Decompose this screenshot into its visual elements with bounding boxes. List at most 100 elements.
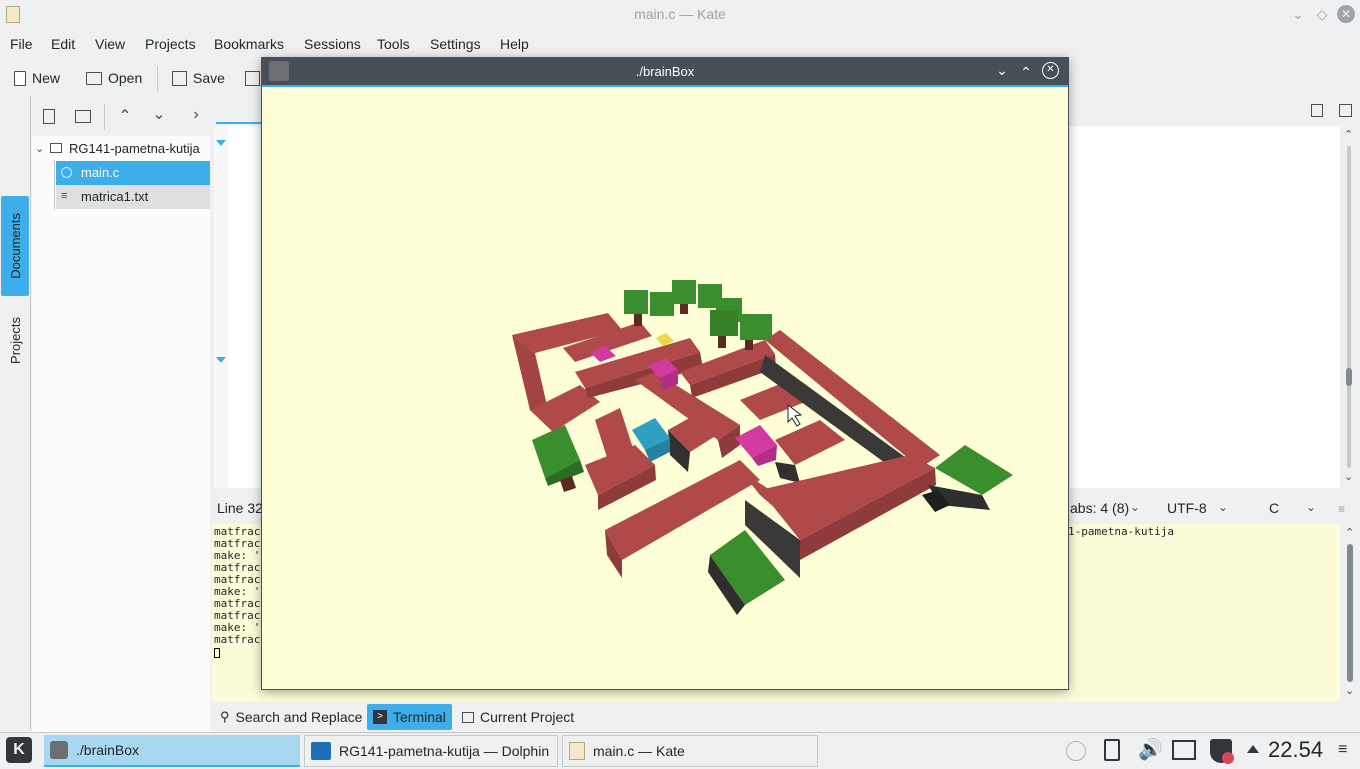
dolphin-task-icon (311, 742, 331, 760)
tree-file-matrica1[interactable]: ≡ matrica1.txt (56, 185, 210, 209)
mode-selector[interactable]: C (1269, 494, 1279, 522)
new-button[interactable]: New (14, 62, 60, 94)
window-title: main.c — Kate (634, 6, 726, 22)
scroll-down-icon[interactable]: ⌄ (1344, 470, 1353, 483)
terminal-icon: > (373, 710, 387, 724)
menu-view[interactable]: View (95, 32, 125, 56)
user-switch-icon[interactable] (1066, 741, 1086, 761)
taskbar: K ./brainBox RG141-pametna-kutija — Dolp… (0, 732, 1360, 769)
chevron-down-icon[interactable]: ⌄ (1218, 500, 1228, 514)
kate-task-icon (569, 742, 585, 760)
chevron-down-icon[interactable]: ⌄ (1306, 500, 1316, 514)
tree-project-row[interactable]: ⌄ RG141-pametna-kutija (32, 137, 210, 161)
tab-projects-label: Projects (7, 316, 23, 364)
tree-trunk (680, 304, 688, 314)
new-document-icon (14, 70, 26, 86)
tab-settings[interactable]: abs: 4 (8) (1070, 494, 1129, 522)
maximize-icon[interactable]: ⌃ (1018, 64, 1034, 82)
chevron-down-icon[interactable]: ⌄ (35, 137, 45, 161)
save-icon (172, 70, 187, 86)
menu-projects[interactable]: Projects (145, 32, 196, 56)
tree-trunk (634, 314, 642, 326)
tab-current-project[interactable]: Current Project (456, 704, 580, 730)
save-as-icon[interactable] (245, 71, 260, 86)
menu-settings[interactable]: Settings (430, 32, 481, 56)
terminal-scrollbar[interactable]: ⌃ ⌄ (1342, 524, 1360, 702)
tree-trunk (745, 340, 753, 350)
new-file-icon[interactable] (43, 109, 55, 124)
encoding-selector[interactable]: UTF-8 (1167, 494, 1207, 522)
task-dolphin[interactable]: RG141-pametna-kutija — Dolphin (304, 735, 558, 767)
editor-scrollbar[interactable]: ⌃ ⌄ (1340, 126, 1360, 488)
brainbox-task-icon (50, 741, 68, 759)
volume-icon[interactable]: 🔊 (1138, 737, 1163, 763)
menu-tools[interactable]: Tools (377, 32, 410, 56)
tree (710, 310, 738, 336)
split-view-icon[interactable] (1339, 104, 1352, 117)
terminal-line-right: 1-pametna-kutija (1068, 525, 1174, 538)
tab-documents[interactable]: Documents (1, 196, 29, 296)
menu-sessions[interactable]: Sessions (304, 32, 361, 56)
game-canvas[interactable] (262, 87, 1068, 689)
project-name: RG141-pametna-kutija (69, 141, 200, 156)
editor-gutter (214, 126, 228, 488)
main-toolbar: New Open Save (0, 62, 260, 96)
previous-document-icon[interactable]: ⌃ (116, 106, 134, 125)
open-button[interactable]: Open (86, 62, 142, 94)
close-icon[interactable]: ✕ (1042, 62, 1059, 79)
app-launcher-icon[interactable]: K (6, 737, 32, 763)
chevron-down-icon[interactable]: ⌄ (1130, 500, 1140, 514)
minimize-icon[interactable]: ⌄ (994, 62, 1010, 80)
scrollbar-track[interactable] (1347, 146, 1351, 468)
scroll-up-icon[interactable]: ⌃ (1344, 128, 1353, 141)
tab-projects[interactable]: Projects (1, 300, 29, 380)
menu-edit[interactable]: Edit (51, 32, 75, 56)
new-button-label: New (32, 70, 61, 86)
search-icon: ⚲ (220, 709, 230, 724)
task-kate[interactable]: main.c — Kate (562, 735, 818, 767)
terminal-line: matfrac (214, 633, 261, 646)
menu-file[interactable]: File (10, 32, 33, 56)
save-button-label: Save (193, 70, 225, 86)
open-folder-icon[interactable] (75, 110, 91, 123)
tree-toolbar-separator (104, 104, 105, 130)
editor-tab-indicator (216, 122, 266, 124)
open-folder-icon (86, 71, 102, 85)
save-button[interactable]: Save (172, 62, 225, 94)
tab-terminal-label: Terminal (393, 709, 446, 725)
tab-terminal[interactable]: > Terminal (367, 704, 452, 730)
clock[interactable]: 22.54 (1268, 732, 1332, 768)
file-name: main.c (81, 165, 120, 180)
clipboard-icon[interactable] (1104, 739, 1120, 761)
network-icon[interactable] (1172, 740, 1196, 760)
tray-expand-icon[interactable] (1247, 745, 1259, 753)
scroll-up-icon[interactable]: ⌃ (1345, 526, 1354, 539)
scrollbar-thumb[interactable] (1347, 544, 1353, 682)
cursor-position[interactable]: Line 32 (217, 494, 263, 522)
c-file-icon (61, 167, 72, 178)
folder-icon (50, 143, 62, 153)
tree (624, 290, 648, 314)
scrollbar-thumb[interactable] (1346, 368, 1352, 386)
tree-file-main-c[interactable]: main.c (56, 161, 210, 185)
tab-search-replace[interactable]: ⚲ Search and Replace (214, 704, 368, 730)
terminal-cursor (214, 648, 220, 658)
tab-documents-label: Documents (7, 213, 23, 279)
minimize-icon[interactable]: ⌄ (1290, 6, 1306, 22)
fold-marker-icon[interactable] (216, 357, 226, 363)
scroll-down-icon[interactable]: ⌄ (1345, 684, 1354, 697)
close-icon[interactable]: ✕ (1337, 5, 1355, 23)
new-view-icon[interactable] (1311, 104, 1323, 117)
maximize-icon[interactable]: ◇ (1314, 6, 1330, 22)
menubar: File Edit View Projects Bookmarks Sessio… (0, 32, 1360, 56)
tab-search-label: Search and Replace (235, 709, 363, 725)
next-document-icon[interactable]: ⌄ (150, 104, 168, 123)
more-options-icon[interactable]: › (190, 106, 202, 124)
tree-trunk (718, 336, 726, 348)
panel-menu-icon[interactable]: ≡ (1338, 741, 1352, 759)
menu-help[interactable]: Help (500, 32, 529, 56)
word-wrap-icon[interactable]: ≡ (1338, 502, 1345, 516)
menu-bookmarks[interactable]: Bookmarks (214, 32, 284, 56)
task-brainbox[interactable]: ./brainBox (44, 735, 300, 767)
fold-marker-icon[interactable] (216, 140, 226, 146)
